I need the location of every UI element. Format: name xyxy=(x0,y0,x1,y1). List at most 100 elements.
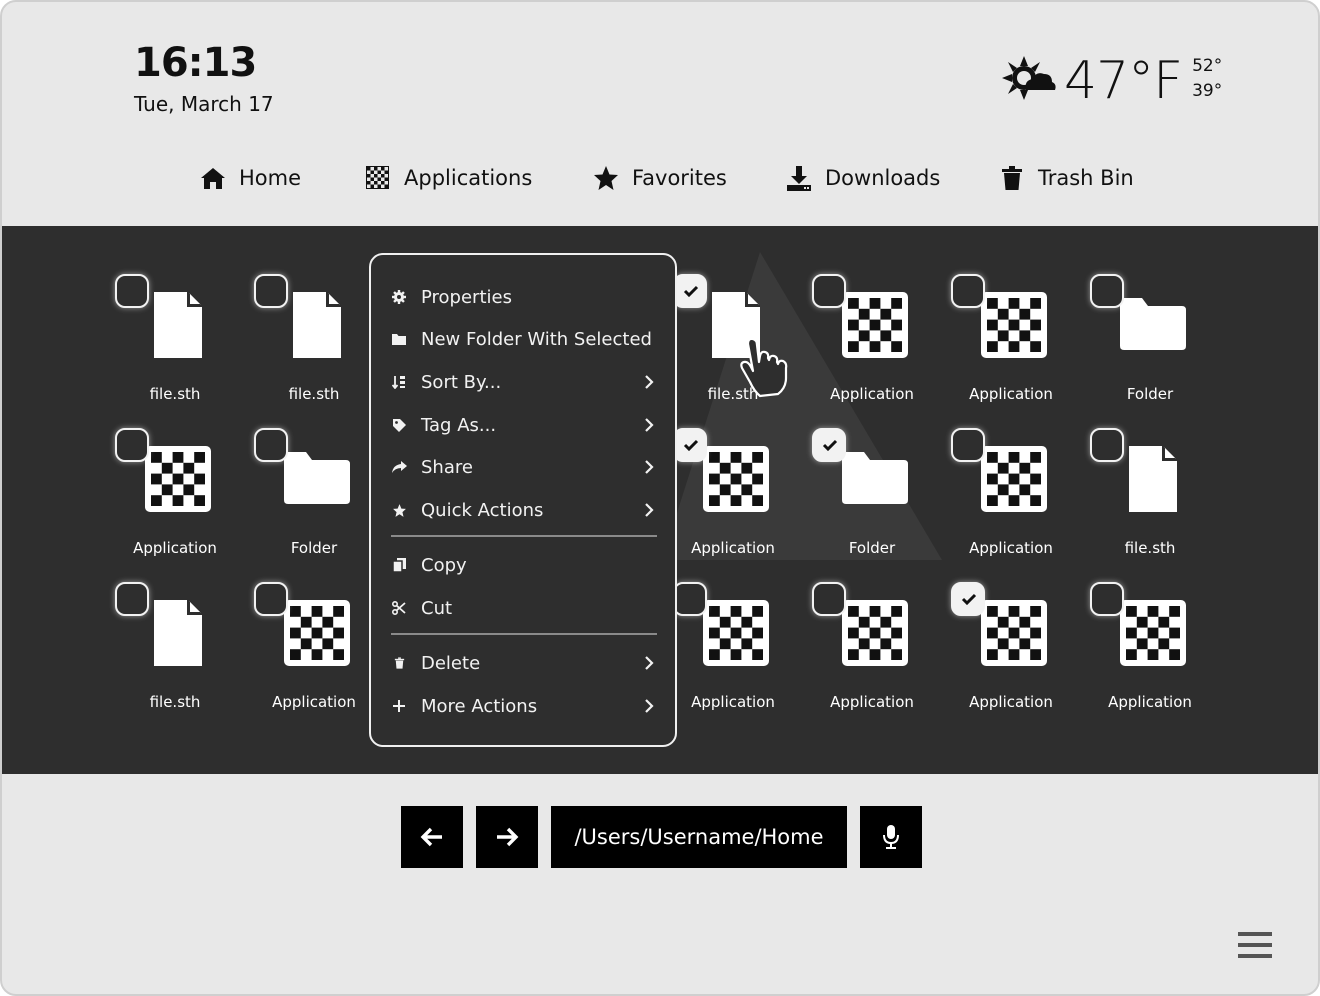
nav-applications[interactable]: Applications xyxy=(364,158,532,198)
menu-item-delete[interactable]: Delete xyxy=(391,645,657,681)
file-tile[interactable]: Folder xyxy=(254,428,384,568)
selection-checkbox[interactable] xyxy=(673,582,707,616)
application-icon xyxy=(840,290,910,360)
menu-item-share[interactable]: Share xyxy=(391,449,657,485)
sun-cloud-icon xyxy=(1002,56,1056,100)
selection-checkbox-checked[interactable] xyxy=(951,582,985,616)
file-tile[interactable]: Folder xyxy=(1090,274,1220,414)
file-tile-label: Folder xyxy=(290,539,338,557)
chevron-right-icon xyxy=(645,418,654,432)
file-tile[interactable]: file.sth xyxy=(254,274,384,414)
menu-item-cut-label: Cut xyxy=(421,597,453,619)
forward-button[interactable] xyxy=(476,806,538,868)
file-tile[interactable]: file.sth xyxy=(1090,428,1220,568)
file-tile-label: file.sth xyxy=(288,385,340,403)
file-tile[interactable]: Folder xyxy=(812,428,942,568)
applications-icon xyxy=(366,166,389,189)
selection-checkbox[interactable] xyxy=(115,274,149,308)
nav-home[interactable]: Home xyxy=(199,158,301,198)
selection-checkbox-checked[interactable] xyxy=(812,428,846,462)
file-tile[interactable]: Application xyxy=(951,582,1081,722)
menu-item-copy-label: Copy xyxy=(421,554,467,576)
file-icon xyxy=(143,598,213,668)
menu-item-cut[interactable]: Cut xyxy=(391,590,657,626)
selection-checkbox[interactable] xyxy=(254,582,288,616)
nav-favorites[interactable]: Favorites xyxy=(592,158,727,198)
star-icon xyxy=(594,166,618,190)
menu-item-sort-by[interactable]: Sort By... xyxy=(391,364,657,400)
file-tile[interactable]: Application xyxy=(812,582,942,722)
star-icon xyxy=(392,503,406,517)
application-icon xyxy=(701,598,771,668)
chevron-right-icon xyxy=(645,503,654,517)
menu-item-more-actions[interactable]: More Actions xyxy=(391,688,657,724)
selection-checkbox[interactable] xyxy=(115,428,149,462)
checkmark-icon xyxy=(822,439,838,451)
file-tile[interactable]: Application xyxy=(673,582,803,722)
menu-item-quick-actions[interactable]: Quick Actions xyxy=(391,492,657,528)
file-tile[interactable]: Application xyxy=(673,428,803,568)
selection-checkbox[interactable] xyxy=(951,274,985,308)
nav-downloads-label: Downloads xyxy=(825,166,941,190)
file-tile-label: Application xyxy=(272,693,356,711)
application-icon xyxy=(979,444,1049,514)
application-icon xyxy=(1118,598,1188,668)
nav-home-label: Home xyxy=(239,166,302,190)
selection-checkbox[interactable] xyxy=(254,274,288,308)
chevron-right-icon xyxy=(645,460,654,474)
selection-checkbox[interactable] xyxy=(1090,582,1124,616)
nav-downloads[interactable]: Downloads xyxy=(785,158,940,198)
weather-widget: 47°F 52° 39° xyxy=(1002,52,1222,110)
file-tile-label: file.sth xyxy=(149,693,201,711)
file-tile-label: Application xyxy=(969,539,1053,557)
file-tile-label: Application xyxy=(691,693,775,711)
weather-high: 52° xyxy=(1192,56,1223,76)
application-icon xyxy=(143,444,213,514)
nav-applications-label: Applications xyxy=(404,166,533,190)
file-tile-label: file.sth xyxy=(1124,539,1176,557)
file-tile[interactable]: Application xyxy=(951,274,1081,414)
file-tile[interactable]: Application xyxy=(115,428,245,568)
selection-checkbox[interactable] xyxy=(1090,428,1124,462)
file-tile-label: Application xyxy=(830,385,914,403)
hamburger-icon[interactable] xyxy=(1238,932,1272,958)
top-navigation: Home Applications Favorites Downloads Tr… xyxy=(2,158,1318,198)
selection-checkbox[interactable] xyxy=(951,428,985,462)
file-tile-label: Application xyxy=(1108,693,1192,711)
menu-item-copy[interactable]: Copy xyxy=(391,547,657,583)
selection-checkbox-checked[interactable] xyxy=(673,428,707,462)
menu-item-tag-as[interactable]: Tag As... xyxy=(391,407,657,443)
menu-item-new-folder[interactable]: New Folder With Selected xyxy=(391,321,657,357)
menu-item-tag-as-label: Tag As... xyxy=(421,414,497,436)
file-tile[interactable]: Application xyxy=(254,582,384,722)
selection-checkbox[interactable] xyxy=(115,582,149,616)
file-tile-label: Application xyxy=(691,539,775,557)
voice-input-button[interactable] xyxy=(860,806,922,868)
file-tile[interactable]: file.sth xyxy=(115,582,245,722)
selection-checkbox[interactable] xyxy=(1090,274,1124,308)
menu-item-sort-by-label: Sort By... xyxy=(421,371,502,393)
back-button[interactable] xyxy=(401,806,463,868)
nav-favorites-label: Favorites xyxy=(632,166,727,190)
selection-checkbox-checked[interactable] xyxy=(673,274,707,308)
file-tile[interactable]: Application xyxy=(951,428,1081,568)
application-icon xyxy=(840,598,910,668)
file-tile[interactable]: file.sth xyxy=(115,274,245,414)
file-tile-label: file.sth xyxy=(149,385,201,403)
file-icon xyxy=(1118,444,1188,514)
scissors-icon xyxy=(392,601,406,615)
file-tile[interactable]: Application xyxy=(812,274,942,414)
trash-icon xyxy=(1002,166,1022,190)
folder-icon xyxy=(282,444,352,514)
menu-item-properties[interactable]: Properties xyxy=(391,279,657,315)
file-tile[interactable]: Application xyxy=(1090,582,1220,722)
arrow-right-icon xyxy=(497,827,519,847)
selection-checkbox[interactable] xyxy=(254,428,288,462)
nav-trash-bin[interactable]: Trash Bin xyxy=(998,158,1134,198)
file-tile-label: Folder xyxy=(848,539,896,557)
selection-checkbox[interactable] xyxy=(812,582,846,616)
chevron-right-icon xyxy=(645,375,654,389)
weather-temperature: 47°F xyxy=(1064,51,1183,111)
path-input[interactable]: /Users/Username/Home xyxy=(551,806,847,868)
selection-checkbox[interactable] xyxy=(812,274,846,308)
